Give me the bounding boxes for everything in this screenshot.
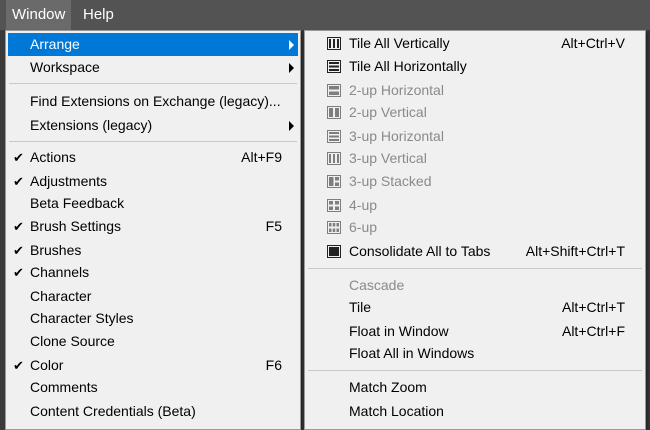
menu-item-label: Actions	[30, 149, 76, 165]
menu-help[interactable]: Help	[77, 0, 120, 30]
menu-item-label: Beta Feedback	[30, 195, 125, 211]
submenu-arrow-icon	[289, 40, 294, 50]
menu-item-character-styles[interactable]: Character Styles	[8, 307, 298, 330]
six-up-icon	[327, 221, 341, 234]
submenu-item-label: 2-up Vertical	[349, 104, 427, 120]
checkmark-icon: ✔	[13, 358, 24, 373]
submenu-item-6up[interactable]: 6-up	[307, 216, 643, 239]
submenu-separator	[308, 370, 642, 371]
menu-separator	[9, 141, 297, 142]
menu-item-character[interactable]: Character	[8, 285, 298, 308]
checkmark-icon: ✔	[13, 150, 24, 165]
menu-separator	[9, 83, 297, 84]
menu-item-label: Brush Settings	[30, 218, 122, 234]
menu-item-label: Color	[30, 357, 64, 373]
menu-item-content-credentials[interactable]: Content Credentials (Beta)	[8, 400, 298, 423]
menu-item-label: Adjustments	[30, 173, 108, 189]
three-up-horizontal-icon	[327, 130, 341, 143]
menu-item-label: Character	[30, 288, 92, 304]
two-up-vertical-icon	[327, 106, 341, 119]
submenu-item-2up-horizontal[interactable]: 2-up Horizontal	[307, 79, 643, 102]
submenu-item-3up-vertical[interactable]: 3-up Vertical	[307, 147, 643, 170]
two-up-horizontal-icon	[327, 84, 341, 97]
submenu-item-label: Cascade	[349, 277, 405, 293]
submenu-item-label: Match Zoom	[349, 379, 427, 395]
tile-horizontal-icon	[327, 60, 341, 73]
submenu-arrow-icon	[289, 121, 294, 131]
submenu-item-label: 4-up	[349, 197, 378, 213]
checkmark-icon: ✔	[13, 243, 24, 258]
submenu-item-tile-all-vertically[interactable]: Tile All Vertically Alt+Ctrl+V	[307, 32, 643, 55]
menu-item-clone-source[interactable]: Clone Source	[8, 330, 298, 353]
submenu-item-4up[interactable]: 4-up	[307, 194, 643, 217]
menu-item-brushes[interactable]: ✔ Brushes	[8, 239, 298, 262]
checkmark-icon: ✔	[13, 219, 24, 234]
menu-item-shortcut: F5	[265, 218, 282, 234]
menu-item-label: Character Styles	[30, 310, 134, 326]
menu-item-label: Content Credentials (Beta)	[30, 403, 196, 419]
menu-item-label: Comments	[30, 379, 98, 395]
submenu-item-label: Match Location	[349, 403, 444, 419]
window-menu: Arrange Workspace Find Extensions on Exc…	[5, 30, 301, 430]
menu-item-label: Clone Source	[30, 333, 115, 349]
menu-item-label: Channels	[30, 264, 90, 280]
submenu-item-3up-horizontal[interactable]: 3-up Horizontal	[307, 125, 643, 148]
checkmark-icon: ✔	[13, 174, 24, 189]
tile-vertical-icon	[327, 37, 341, 50]
submenu-item-cascade[interactable]: Cascade	[307, 274, 643, 297]
submenu-item-label: Tile All Horizontally	[349, 58, 467, 74]
submenu-item-2up-vertical[interactable]: 2-up Vertical	[307, 101, 643, 124]
checkmark-icon: ✔	[13, 265, 24, 280]
submenu-separator	[308, 268, 642, 269]
four-up-icon	[327, 199, 341, 212]
menu-item-brush-settings[interactable]: ✔ Brush Settings F5	[8, 215, 298, 238]
submenu-item-tile-all-horizontally[interactable]: Tile All Horizontally	[307, 55, 643, 78]
submenu-item-match-location[interactable]: Match Location	[307, 400, 643, 423]
submenu-item-label: 3-up Stacked	[349, 173, 432, 189]
menubar: Window Help	[0, 0, 650, 30]
submenu-item-label: Consolidate All to Tabs	[349, 243, 491, 259]
submenu-item-shortcut: Alt+Shift+Ctrl+T	[525, 243, 625, 259]
submenu-item-tile[interactable]: Tile Alt+Ctrl+T	[307, 296, 643, 319]
submenu-item-shortcut: Alt+Ctrl+V	[561, 35, 625, 51]
menu-item-color[interactable]: ✔ Color F6	[8, 354, 298, 377]
submenu-item-consolidate-all-to-tabs[interactable]: Consolidate All to Tabs Alt+Shift+Ctrl+T	[307, 240, 643, 263]
arrange-submenu: Tile All Vertically Alt+Ctrl+V Tile All …	[304, 30, 646, 430]
menu-item-beta-feedback[interactable]: Beta Feedback	[8, 192, 298, 215]
menu-item-label: Extensions (legacy)	[30, 117, 153, 133]
submenu-item-float-in-window[interactable]: Float in Window Alt+Ctrl+F	[307, 320, 643, 343]
menu-item-comments[interactable]: Comments	[8, 376, 298, 399]
submenu-item-label: Float in Window	[349, 323, 449, 339]
menu-item-label: Find Extensions on Exchange (legacy)...	[30, 93, 281, 109]
consolidate-tabs-icon	[327, 245, 341, 258]
submenu-item-label: 6-up	[349, 219, 378, 235]
submenu-item-label: 3-up Horizontal	[349, 128, 444, 144]
submenu-item-match-zoom[interactable]: Match Zoom	[307, 376, 643, 399]
menu-item-label: Workspace	[30, 59, 100, 75]
menu-item-adjustments[interactable]: ✔ Adjustments	[8, 170, 298, 193]
submenu-item-label: 2-up Horizontal	[349, 82, 444, 98]
submenu-item-label: Float All in Windows	[349, 345, 475, 361]
menu-item-channels[interactable]: ✔ Channels	[8, 261, 298, 284]
submenu-item-shortcut: Alt+Ctrl+F	[561, 323, 625, 339]
submenu-item-label: 3-up Vertical	[349, 150, 427, 166]
three-up-vertical-icon	[327, 152, 341, 165]
menu-item-shortcut: Alt+F9	[241, 149, 282, 165]
menu-item-shortcut: F6	[265, 357, 282, 373]
menu-item-actions[interactable]: ✔ Actions Alt+F9	[8, 146, 298, 169]
menu-item-label: Arrange	[30, 36, 80, 52]
menu-item-extensions-legacy[interactable]: Extensions (legacy)	[8, 114, 298, 137]
menu-item-arrange[interactable]: Arrange	[8, 33, 298, 56]
submenu-arrow-icon	[289, 63, 294, 73]
menu-item-workspace[interactable]: Workspace	[8, 56, 298, 79]
menu-item-label: Brushes	[30, 242, 82, 258]
submenu-item-float-all-in-windows[interactable]: Float All in Windows	[307, 342, 643, 365]
submenu-item-label: Tile	[349, 299, 372, 315]
three-up-stacked-icon	[327, 175, 341, 188]
submenu-item-label: Tile All Vertically	[349, 35, 450, 51]
submenu-item-shortcut: Alt+Ctrl+T	[561, 299, 625, 315]
submenu-item-3up-stacked[interactable]: 3-up Stacked	[307, 170, 643, 193]
menu-item-find-extensions[interactable]: Find Extensions on Exchange (legacy)...	[8, 90, 298, 113]
menu-window[interactable]: Window	[6, 0, 72, 30]
